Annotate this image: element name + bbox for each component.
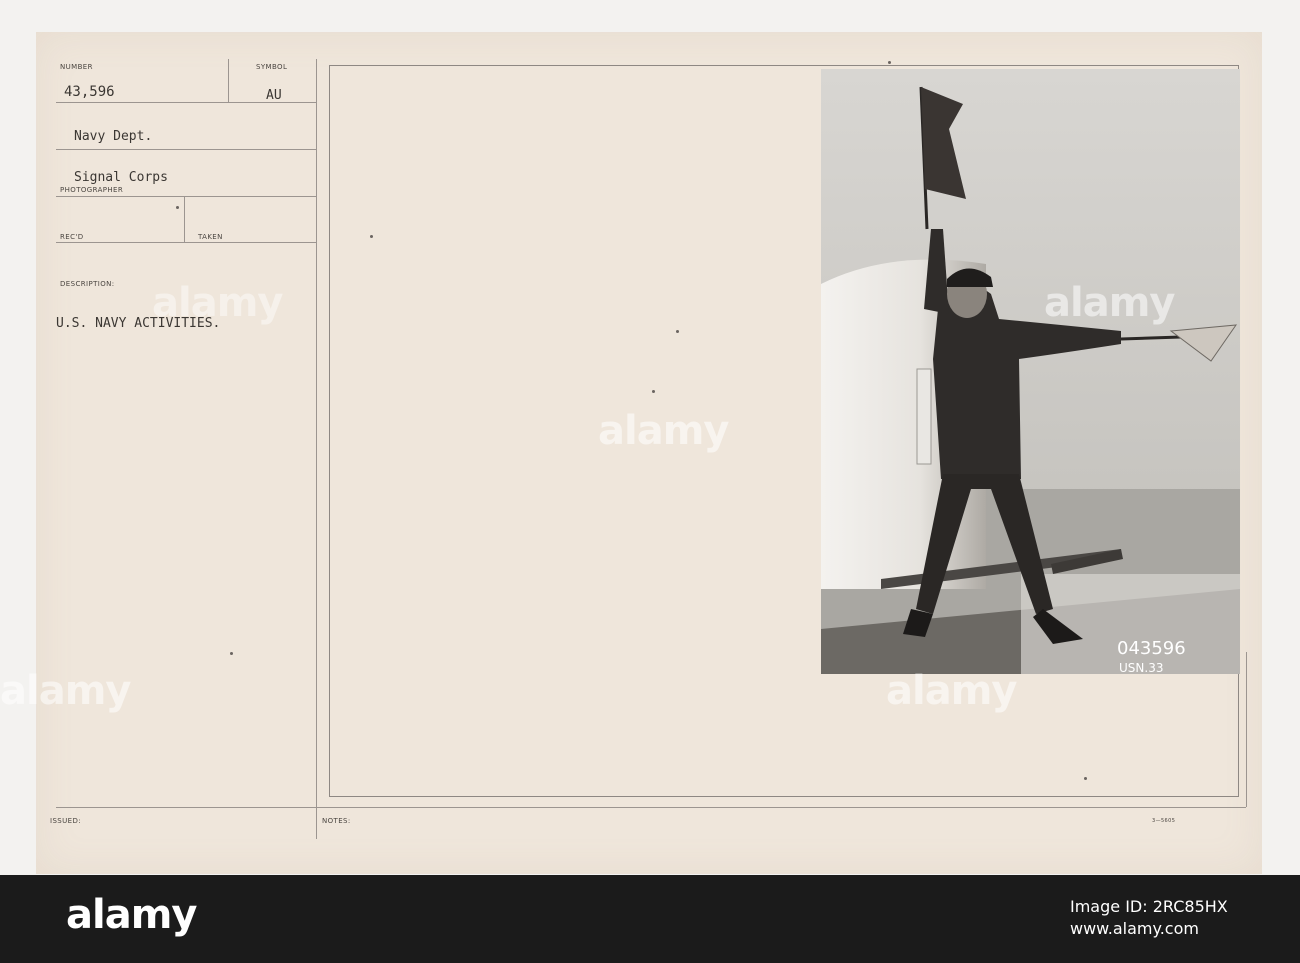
negative-series: USN.33 bbox=[1119, 661, 1163, 674]
watermark: alamy bbox=[598, 408, 729, 454]
paper-speck bbox=[676, 330, 679, 333]
stock-id-block: Image ID: 2RC85HX www.alamy.com bbox=[1070, 896, 1228, 940]
number-label: NUMBER bbox=[60, 63, 93, 71]
agency-value: Navy Dept. bbox=[74, 129, 153, 144]
form-code: 3—5605 bbox=[1152, 818, 1176, 824]
watermark: alamy bbox=[886, 668, 1017, 714]
symbol-label: SYMBOL bbox=[256, 63, 288, 71]
rule-number bbox=[56, 102, 316, 103]
flag-pole bbox=[1120, 335, 1182, 341]
paper-speck bbox=[176, 206, 179, 209]
photographer-value: Signal Corps bbox=[74, 170, 168, 185]
symbol-value: AU bbox=[266, 88, 282, 103]
rule-left-column bbox=[316, 59, 317, 839]
photographer-label: PHOTOGRAPHER bbox=[60, 186, 124, 194]
paper-speck bbox=[1084, 777, 1087, 780]
watermark: alamy bbox=[0, 668, 131, 714]
watermark: alamy bbox=[1044, 280, 1175, 326]
rule-right-edge bbox=[1246, 652, 1247, 807]
rule-photographer bbox=[56, 196, 316, 197]
recd-label: REC'D bbox=[60, 233, 84, 241]
image-id: Image ID: 2RC85HX bbox=[1070, 897, 1228, 916]
rule-agency bbox=[56, 149, 316, 150]
rule-bottom bbox=[56, 807, 1246, 808]
paper-speck bbox=[370, 235, 373, 238]
notes-label: NOTES: bbox=[322, 817, 351, 825]
stock-logo: alamy bbox=[66, 892, 197, 938]
semaphore-photo: 043596 USN.33 bbox=[821, 69, 1240, 674]
description-label: DESCRIPTION: bbox=[60, 280, 115, 288]
rule-recd bbox=[56, 242, 316, 243]
rule-number-divider bbox=[228, 59, 229, 102]
paper-speck bbox=[230, 652, 233, 655]
rule-recd-divider bbox=[184, 196, 185, 242]
taken-label: TAKEN bbox=[198, 233, 223, 241]
watermark: alamy bbox=[152, 280, 283, 326]
paper-speck bbox=[652, 390, 655, 393]
paper-speck bbox=[888, 61, 891, 64]
stock-url: www.alamy.com bbox=[1070, 919, 1199, 938]
issued-label: ISSUED: bbox=[50, 817, 82, 825]
number-value: 43,596 bbox=[64, 84, 115, 100]
negative-number: 043596 bbox=[1117, 638, 1186, 659]
stack-pipe bbox=[916, 368, 932, 465]
